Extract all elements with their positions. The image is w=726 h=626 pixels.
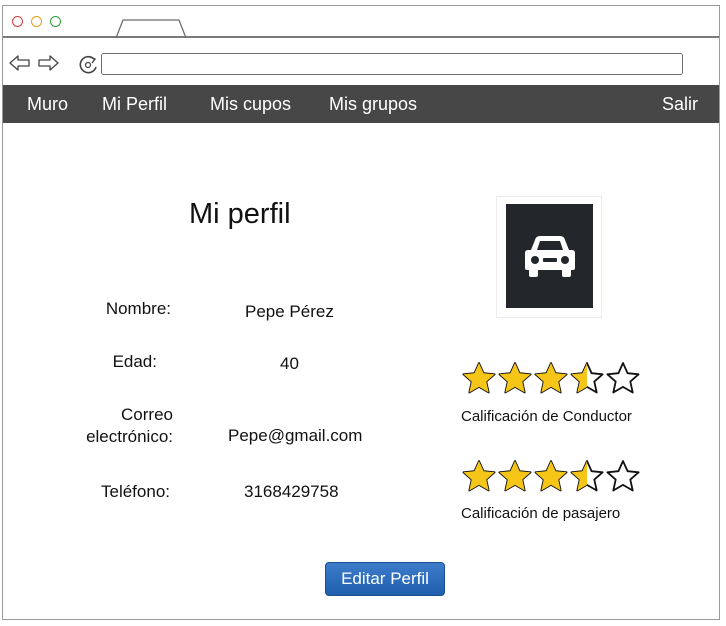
logout-link[interactable]: Salir bbox=[662, 85, 698, 123]
title-bar bbox=[3, 6, 719, 38]
name-value: Pepe Pérez bbox=[245, 302, 334, 321]
passenger-rating-stars bbox=[461, 459, 641, 493]
star-icon bbox=[570, 460, 604, 492]
profile-content: Mi perfil Nombre: Pepe Pérez Edad: 40 Co… bbox=[3, 123, 719, 619]
star-icon bbox=[534, 362, 568, 394]
star-icon bbox=[498, 460, 532, 492]
arrow-right-icon[interactable] bbox=[36, 53, 60, 73]
page-title: Mi perfil bbox=[189, 198, 291, 230]
address-bar bbox=[3, 38, 719, 85]
age-label: Edad: bbox=[112, 352, 157, 371]
star-icon bbox=[534, 460, 568, 492]
menu-item-mis-grupos[interactable]: Mis grupos bbox=[329, 85, 417, 123]
maximize-dot[interactable] bbox=[50, 16, 61, 27]
star-icon bbox=[462, 460, 496, 492]
passenger-rating-caption: Calificación de pasajero bbox=[461, 505, 621, 522]
profile-photo bbox=[506, 204, 593, 308]
close-dot[interactable] bbox=[12, 16, 23, 27]
phone-value: 3168429758 bbox=[244, 482, 339, 501]
browser-window: Muro Mi Perfil Mis cupos Mis grupos Sali… bbox=[2, 5, 720, 620]
driver-rating-stars bbox=[461, 361, 641, 395]
star-icon bbox=[606, 460, 640, 492]
profile-photo-frame bbox=[496, 196, 602, 318]
url-field[interactable] bbox=[101, 53, 683, 75]
nav-menu: Muro Mi Perfil Mis cupos Mis grupos Sali… bbox=[3, 85, 719, 123]
star-icon bbox=[570, 362, 604, 394]
email-label: Correo electrónico: bbox=[86, 405, 173, 446]
star-icon bbox=[606, 362, 640, 394]
menu-item-muro[interactable]: Muro bbox=[27, 85, 68, 123]
star-icon bbox=[462, 362, 496, 394]
menu-item-mis-cupos[interactable]: Mis cupos bbox=[210, 85, 291, 123]
browser-tab[interactable] bbox=[116, 19, 186, 38]
reload-icon[interactable] bbox=[78, 54, 100, 76]
edit-profile-button[interactable]: Editar Perfil bbox=[325, 562, 445, 596]
star-icon bbox=[498, 362, 532, 394]
age-value: 40 bbox=[280, 354, 299, 373]
email-value: Pepe@gmail.com bbox=[228, 426, 363, 445]
minimize-dot[interactable] bbox=[31, 16, 42, 27]
driver-rating-caption: Calificación de Conductor bbox=[461, 408, 632, 425]
name-label: Nombre: bbox=[105, 299, 171, 318]
phone-label: Teléfono: bbox=[101, 482, 170, 501]
car-icon bbox=[524, 236, 575, 277]
menu-item-mi-perfil[interactable]: Mi Perfil bbox=[102, 85, 167, 123]
arrow-left-icon[interactable] bbox=[8, 53, 32, 73]
